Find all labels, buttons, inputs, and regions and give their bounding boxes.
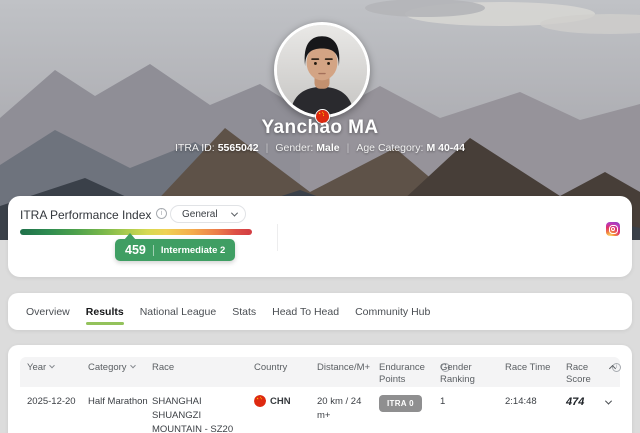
badge-divider: [153, 245, 154, 256]
performance-filter-selected: General: [182, 209, 232, 220]
results-table-header: Year Category Race Country Distance/M+ E…: [20, 357, 620, 387]
table-collapse-control[interactable]: [606, 362, 624, 387]
performance-filter-dropdown[interactable]: General: [170, 205, 246, 223]
athlete-meta-line: ITRA ID:5565042 | Gender:Male | Age Category…: [0, 142, 640, 154]
instagram-icon[interactable]: [606, 222, 620, 236]
chevron-down-icon: [231, 209, 238, 216]
performance-index-card: ITRA Performance Index i General 459 Int…: [8, 196, 632, 277]
athlete-avatar: [274, 22, 370, 118]
result-endurance-cell: ITRA 0: [379, 395, 440, 433]
column-header-race: Race: [152, 362, 254, 387]
column-header-distance: Distance/M+: [317, 362, 379, 387]
result-country-cell: CHN: [254, 395, 317, 433]
country-code: CHN: [270, 396, 291, 407]
performance-gradient-bar: [20, 229, 252, 235]
result-row[interactable]: 2025-12-20 Half Marathon SHANGHAI SHUANG…: [20, 387, 620, 433]
itra-athlete-profile-page: Yanchao MA ITRA ID:5565042 | Gender:Male | A…: [0, 0, 640, 433]
sort-chevron-down-icon: [130, 363, 136, 369]
profile-tabs: Overview Results National League Stats H…: [8, 293, 632, 330]
chevron-up-icon: [609, 365, 616, 372]
column-header-gender-ranking: Gender Ranking: [440, 362, 505, 387]
column-header-year[interactable]: Year: [27, 362, 88, 387]
athlete-name: Yanchao MA: [0, 117, 640, 139]
performance-level-label: Intermediate 2: [161, 245, 225, 256]
china-flag-icon: [254, 395, 266, 407]
endurance-points-badge: ITRA 0: [379, 395, 422, 412]
performance-score-badge: 459 Intermediate 2: [115, 239, 235, 261]
result-race-score: 474: [566, 395, 606, 433]
results-table-card: Year Category Race Country Distance/M+ E…: [8, 345, 632, 433]
itra-id-label: ITRA ID:: [175, 142, 215, 154]
result-race-time: 2:14:48: [505, 395, 566, 433]
result-race-cell: SHANGHAI SHUANGZI MOUNTAIN - SZ20 NATION…: [152, 395, 254, 433]
gender-value: Male: [316, 142, 339, 154]
tab-national-league[interactable]: National League: [140, 293, 216, 330]
column-header-category[interactable]: Category: [88, 362, 152, 387]
column-header-country: Country: [254, 362, 317, 387]
column-header-endurance-points: Endurance Points i: [379, 362, 440, 387]
race-name-link[interactable]: SHANGHAI SHUANGZI MOUNTAIN - SZ20: [152, 395, 248, 433]
performance-score-value: 459: [125, 243, 146, 257]
performance-info-icon[interactable]: i: [156, 208, 167, 219]
tab-community-hub[interactable]: Community Hub: [355, 293, 430, 330]
tab-overview[interactable]: Overview: [26, 293, 70, 330]
tab-stats[interactable]: Stats: [232, 293, 256, 330]
meta-separator: |: [266, 142, 269, 154]
result-distance: 20 km / 24 m+: [317, 395, 379, 433]
result-date: 2025-12-20: [27, 395, 88, 433]
meta-separator: |: [347, 142, 350, 154]
row-expand-control[interactable]: [606, 395, 620, 433]
chevron-down-icon: [605, 398, 612, 405]
tab-head-to-head[interactable]: Head To Head: [272, 293, 339, 330]
column-header-race-score: Race Score i: [566, 362, 606, 387]
gender-label: Gender:: [275, 142, 313, 154]
result-category: Half Marathon: [88, 395, 152, 433]
card-divider: [277, 224, 278, 251]
itra-id-value: 5565042: [218, 142, 259, 154]
result-gender-ranking: 1: [440, 395, 505, 433]
performance-index-title: ITRA Performance Index: [20, 208, 151, 222]
age-category-value: M 40-44: [426, 142, 465, 154]
tab-results[interactable]: Results: [86, 293, 124, 330]
age-category-label: Age Category:: [356, 142, 423, 154]
sort-chevron-down-icon: [49, 363, 55, 369]
column-header-race-time: Race Time: [505, 362, 566, 387]
